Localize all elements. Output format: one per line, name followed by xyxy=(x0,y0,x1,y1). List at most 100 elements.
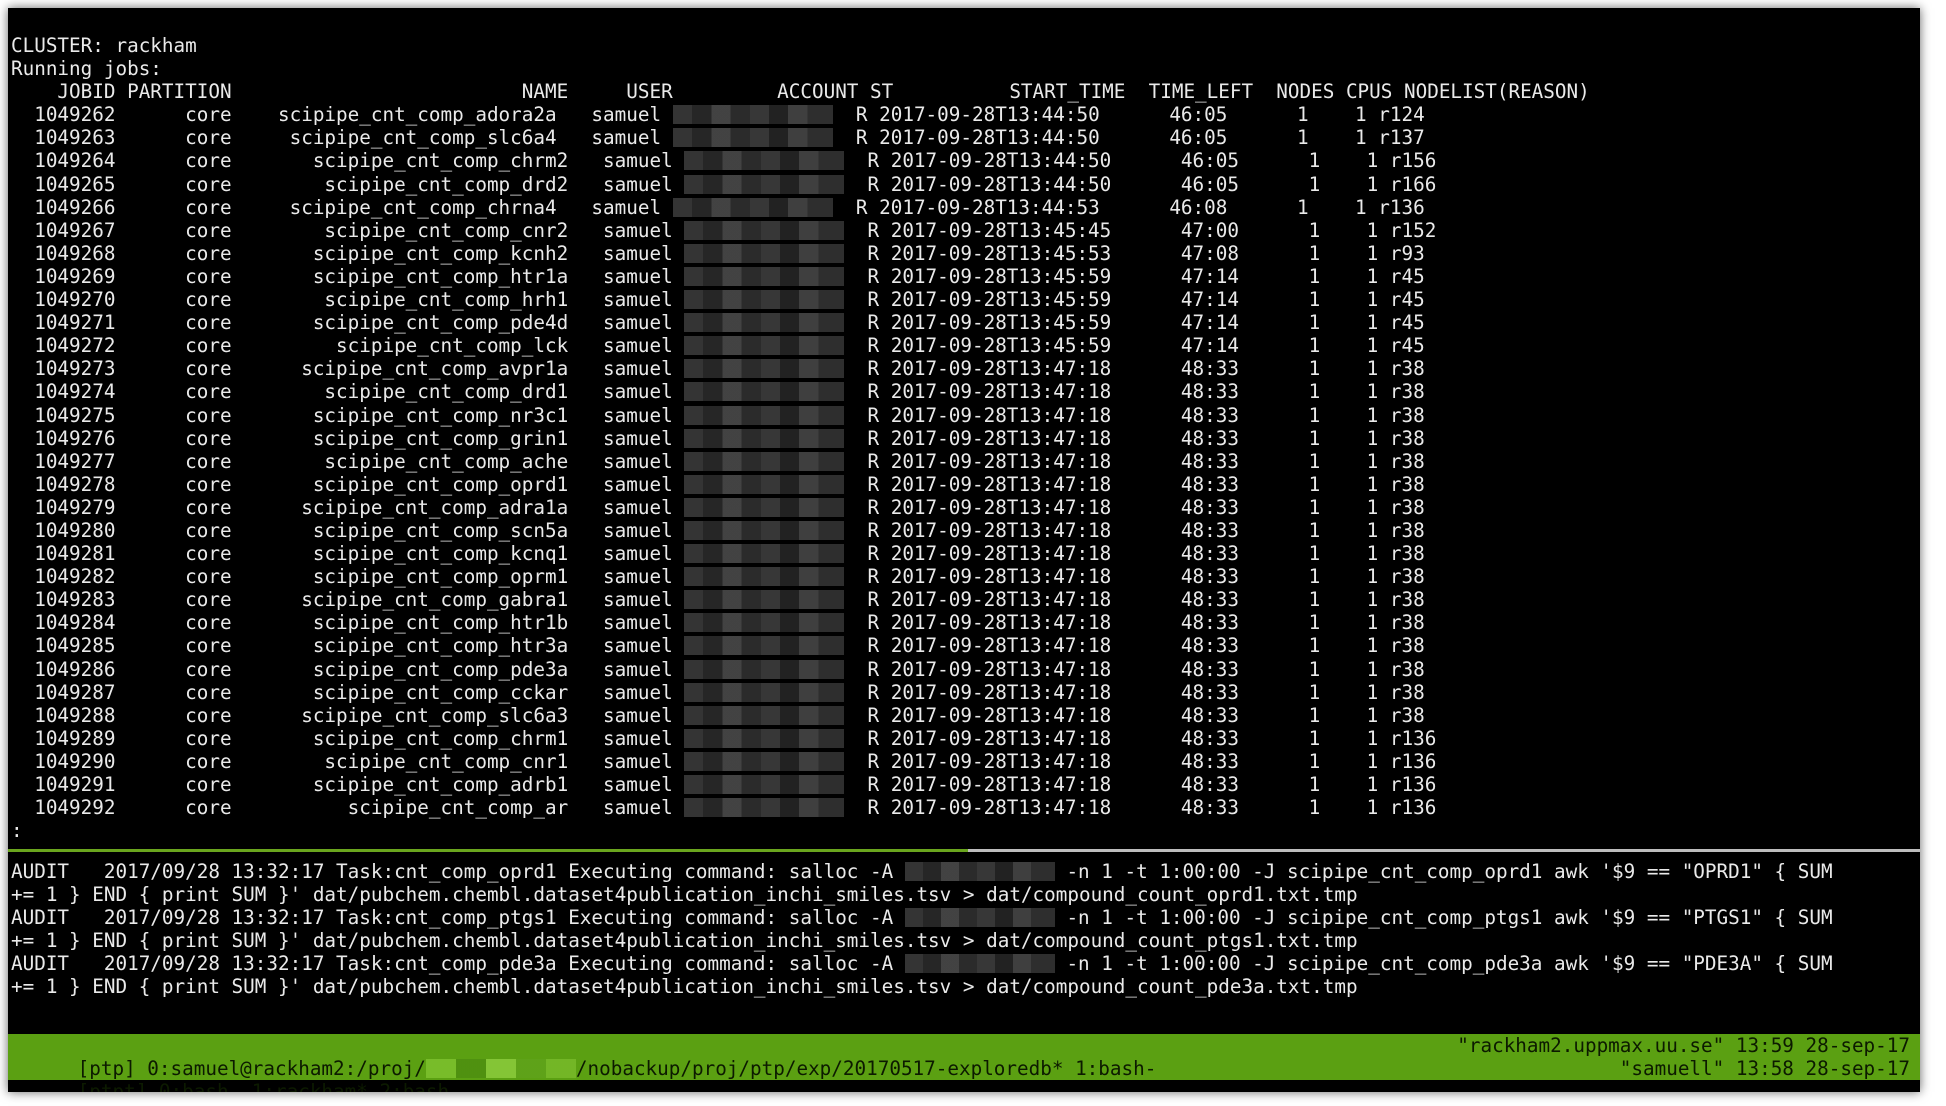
pane-divider[interactable] xyxy=(8,849,1920,852)
job-fields: 1049265 core scipipe_cnt_comp_drd2 samue… xyxy=(11,172,685,196)
job-fields: 1049262 core scipipe_cnt_comp_adora2a sa… xyxy=(11,103,673,127)
redacted-account xyxy=(684,405,845,425)
job-status-fields: R 2017-09-28T13:47:18 48:33 1 1 r38 xyxy=(844,565,1425,589)
job-status-fields: R 2017-09-28T13:45:59 47:14 1 1 r45 xyxy=(844,264,1425,288)
job-status-fields: R 2017-09-28T13:47:18 48:33 1 1 r136 xyxy=(844,773,1437,796)
redacted-account xyxy=(904,908,1055,928)
job-fields: 1049263 core scipipe_cnt_comp_slc6a4 sam… xyxy=(11,126,673,150)
job-status-fields: R 2017-09-28T13:45:59 47:14 1 1 r45 xyxy=(844,311,1425,335)
job-status-fields: R 2017-09-28T13:45:59 47:14 1 1 r45 xyxy=(844,334,1425,358)
audit-text-command: -n 1 -t 1:00:00 -J scipipe_cnt_comp_oprd… xyxy=(1054,860,1833,883)
job-fields: 1049292 core scipipe_cnt_comp_ar samuel xyxy=(11,796,685,820)
redacted-account xyxy=(672,197,833,217)
job-fields: 1049272 core scipipe_cnt_comp_lck samuel xyxy=(11,334,685,358)
job-fields: 1049287 core scipipe_cnt_comp_cckar samu… xyxy=(11,680,685,704)
audit-entry-continuation: += 1 } END { print SUM }' dat/pubchem.ch… xyxy=(11,929,1358,953)
job-status-fields: R 2017-09-28T13:44:50 46:05 1 1 r137 xyxy=(832,126,1425,150)
redacted-account xyxy=(684,428,845,448)
job-status-fields: R 2017-09-28T13:45:45 47:00 1 1 r152 xyxy=(844,218,1437,242)
job-fields: 1049271 core scipipe_cnt_comp_pde4d samu… xyxy=(11,311,685,335)
job-status-fields: R 2017-09-28T13:47:18 48:33 1 1 r38 xyxy=(844,657,1425,681)
job-fields: 1049277 core scipipe_cnt_comp_ache samue… xyxy=(11,449,685,473)
redacted-account xyxy=(684,590,845,610)
job-fields: 1049270 core scipipe_cnt_comp_hrh1 samue… xyxy=(11,288,685,312)
job-row: 1049263 core scipipe_cnt_comp_slc6a4 sam… xyxy=(11,126,1917,149)
job-row: 1049265 core scipipe_cnt_comp_drd2 samue… xyxy=(11,173,1917,196)
audit-text-command: -n 1 -t 1:00:00 -J scipipe_cnt_comp_pde3… xyxy=(1054,952,1833,976)
redacted-account xyxy=(684,243,845,263)
job-fields: 1049285 core scipipe_cnt_comp_htr3a samu… xyxy=(11,634,685,658)
job-row: 1049284 core scipipe_cnt_comp_htr1b samu… xyxy=(11,611,1917,634)
audit-entry-continuation: += 1 } END { print SUM }' dat/pubchem.ch… xyxy=(11,975,1358,999)
redacted-account xyxy=(684,775,845,794)
job-row: 1049287 core scipipe_cnt_comp_cckar samu… xyxy=(11,681,1917,704)
job-fields: 1049290 core scipipe_cnt_comp_cnr1 samue… xyxy=(11,749,685,773)
redacted-account xyxy=(684,174,845,194)
job-status-fields: R 2017-09-28T13:47:18 48:33 1 1 r38 xyxy=(844,426,1425,450)
job-row: 1049282 core scipipe_cnt_comp_oprm1 samu… xyxy=(11,565,1917,588)
job-fields: 1049281 core scipipe_cnt_comp_kcnq1 samu… xyxy=(11,542,685,566)
redacted-account xyxy=(672,105,833,125)
job-fields: 1049288 core scipipe_cnt_comp_slc6a3 sam… xyxy=(11,703,685,727)
job-status-fields: R 2017-09-28T13:47:18 48:33 1 1 r136 xyxy=(844,796,1437,820)
audit-text-command: -n 1 -t 1:00:00 -J scipipe_cnt_comp_ptgs… xyxy=(1054,906,1833,930)
terminal-window[interactable]: CLUSTER: rackham Running jobs: JOBID PAR… xyxy=(8,8,1920,1092)
job-fields: 1049268 core scipipe_cnt_comp_kcnh2 samu… xyxy=(11,241,685,265)
audit-entry: AUDIT 2017/09/28 13:32:17 Task:cnt_comp_… xyxy=(11,860,1917,883)
cluster-line: CLUSTER: rackham xyxy=(11,34,197,57)
job-row: 1049276 core scipipe_cnt_comp_grin1 samu… xyxy=(11,427,1917,450)
tmux-session-windows-2[interactable]: [ptpt] 0:bash 1:rackham* 2:bash- xyxy=(78,1080,461,1092)
job-row: 1049281 core scipipe_cnt_comp_kcnq1 samu… xyxy=(11,542,1917,565)
audit-log: AUDIT 2017/09/28 13:32:17 Task:cnt_comp_… xyxy=(11,860,1917,999)
redacted-account xyxy=(684,798,845,818)
redacted-account xyxy=(684,266,845,286)
job-status-fields: R 2017-09-28T13:47:18 48:33 1 1 r38 xyxy=(844,518,1425,542)
job-row: 1049277 core scipipe_cnt_comp_ache samue… xyxy=(11,450,1917,473)
job-status-fields: R 2017-09-28T13:45:59 47:14 1 1 r45 xyxy=(844,288,1425,312)
pager-prompt[interactable]: : xyxy=(11,819,1917,842)
job-row: 1049285 core scipipe_cnt_comp_htr3a samu… xyxy=(11,634,1917,657)
job-status-fields: R 2017-09-28T13:47:18 48:33 1 1 r38 xyxy=(844,634,1425,658)
job-fields: 1049278 core scipipe_cnt_comp_oprd1 samu… xyxy=(11,472,685,496)
job-status-fields: R 2017-09-28T13:47:18 48:33 1 1 r38 xyxy=(844,703,1425,727)
job-row: 1049266 core scipipe_cnt_comp_chrna4 sam… xyxy=(11,196,1917,219)
job-status-fields: R 2017-09-28T13:47:18 48:33 1 1 r38 xyxy=(844,588,1425,612)
jobs-table-header: JOBID PARTITION NAME USER ACCOUNT ST STA… xyxy=(11,80,1590,104)
job-fields: 1049275 core scipipe_cnt_comp_nr3c1 samu… xyxy=(11,403,685,427)
audit-entry-continuation: += 1 } END { print SUM }' dat/pubchem.ch… xyxy=(11,883,1358,907)
redacted-account xyxy=(684,613,845,633)
job-status-fields: R 2017-09-28T13:47:18 48:33 1 1 r38 xyxy=(844,380,1425,404)
job-fields: 1049274 core scipipe_cnt_comp_drd1 samue… xyxy=(11,380,685,404)
job-fields: 1049283 core scipipe_cnt_comp_gabra1 sam… xyxy=(11,588,685,612)
redacted-account xyxy=(684,544,845,564)
job-row: 1049269 core scipipe_cnt_comp_htr1a samu… xyxy=(11,265,1917,288)
job-fields: 1049280 core scipipe_cnt_comp_scn5a samu… xyxy=(11,518,685,542)
tmux-user-clock: "samuell" 13:58 28-sep-17 xyxy=(1619,1057,1910,1081)
job-status-fields: R 2017-09-28T13:47:18 48:33 1 1 r38 xyxy=(844,611,1425,635)
squeue-pane[interactable]: CLUSTER: rackham Running jobs: JOBID PAR… xyxy=(11,34,1917,849)
job-fields: 1049286 core scipipe_cnt_comp_pde3a samu… xyxy=(11,657,685,681)
job-fields: 1049276 core scipipe_cnt_comp_grin1 samu… xyxy=(11,426,685,450)
job-status-fields: R 2017-09-28T13:44:53 46:08 1 1 r136 xyxy=(832,195,1425,219)
audit-log-pane[interactable]: AUDIT 2017/09/28 13:32:17 Task:cnt_comp_… xyxy=(11,860,1917,1030)
job-row: 1049288 core scipipe_cnt_comp_slc6a3 sam… xyxy=(11,704,1917,727)
redacted-account xyxy=(684,336,845,356)
job-row: 1049278 core scipipe_cnt_comp_oprd1 samu… xyxy=(11,473,1917,496)
redacted-account xyxy=(684,474,845,494)
job-row: 1049271 core scipipe_cnt_comp_pde4d samu… xyxy=(11,311,1917,334)
audit-text-start: AUDIT 2017/09/28 13:32:17 Task:cnt_comp_… xyxy=(11,860,905,883)
job-row: 1049268 core scipipe_cnt_comp_kcnh2 samu… xyxy=(11,242,1917,265)
job-row: 1049270 core scipipe_cnt_comp_hrh1 samue… xyxy=(11,288,1917,311)
job-row: 1049279 core scipipe_cnt_comp_adra1a sam… xyxy=(11,496,1917,519)
job-fields: 1049284 core scipipe_cnt_comp_htr1b samu… xyxy=(11,611,685,635)
audit-entry: AUDIT 2017/09/28 13:32:17 Task:cnt_comp_… xyxy=(11,906,1917,929)
redacted-account xyxy=(684,220,845,240)
redacted-account xyxy=(684,382,845,402)
tmux-status-bar[interactable]: [ptp] 0:samuel@rackham2:/proj//nobackup/… xyxy=(8,1034,1920,1092)
redacted-account xyxy=(684,659,845,679)
job-status-fields: R 2017-09-28T13:44:50 46:05 1 1 r166 xyxy=(844,172,1437,196)
redacted-account xyxy=(904,954,1055,974)
job-status-fields: R 2017-09-28T13:47:18 48:33 1 1 r38 xyxy=(844,403,1425,427)
job-row: 1049280 core scipipe_cnt_comp_scn5a samu… xyxy=(11,519,1917,542)
job-fields: 1049291 core scipipe_cnt_comp_adrb1 samu… xyxy=(11,773,685,796)
